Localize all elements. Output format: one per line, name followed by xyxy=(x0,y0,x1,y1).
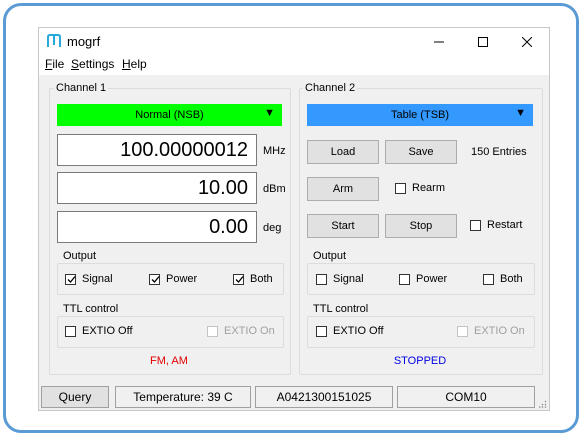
channel1-both-label: Both xyxy=(250,273,273,285)
close-button[interactable] xyxy=(505,28,549,55)
channel2-signal-checkbox[interactable]: Signal xyxy=(316,273,364,285)
channel1-ttl-title: TTL control xyxy=(63,303,119,315)
close-icon xyxy=(522,36,532,47)
channel1-signal-checkbox[interactable]: Signal xyxy=(65,273,113,285)
dropdown-arrow-icon: ▼ xyxy=(515,107,526,119)
frequency-unit: MHz xyxy=(263,145,286,157)
checkbox-box xyxy=(149,273,160,285)
phase-unit: deg xyxy=(263,222,282,234)
checkbox-box xyxy=(395,182,406,194)
channel1-signal-label: Signal xyxy=(82,273,113,285)
channel2-signal-label: Signal xyxy=(333,273,364,285)
checkbox-box xyxy=(316,325,327,337)
checkmark-icon xyxy=(151,275,160,283)
temperature-readout: Temperature: 39 C xyxy=(115,386,251,408)
restart-checkbox[interactable]: Restart xyxy=(470,219,522,231)
checkbox-box xyxy=(399,273,410,285)
minimize-button[interactable] xyxy=(417,28,461,55)
checkbox-box xyxy=(65,273,76,285)
menu-file[interactable]: File xyxy=(45,57,64,71)
channel2-extio-on-label: EXTIO On xyxy=(474,325,525,337)
channel1-extio-on-checkbox[interactable]: EXTIO On xyxy=(207,325,275,337)
menu-help[interactable]: Help xyxy=(122,57,147,71)
stop-button[interactable]: Stop xyxy=(385,214,457,238)
channel2-title: Channel 2 xyxy=(303,82,358,94)
channel2-mode-select[interactable]: Table (TSB) ▼ xyxy=(307,104,533,126)
checkbox-box xyxy=(316,273,327,285)
channel1-extio-on-label: EXTIO On xyxy=(224,325,275,337)
maximize-icon xyxy=(478,36,488,47)
channel1-output-title: Output xyxy=(63,250,97,262)
rearm-checkbox[interactable]: Rearm xyxy=(395,182,445,194)
save-button[interactable]: Save xyxy=(385,140,457,164)
checkmark-icon xyxy=(67,275,76,283)
window-title: mogrf xyxy=(67,34,101,49)
channel1-status: FM, AM xyxy=(150,355,188,367)
channel1-both-checkbox[interactable]: Both xyxy=(233,273,273,285)
maximize-button[interactable] xyxy=(461,28,505,55)
channel1-mode-value: Normal (NSB) xyxy=(135,109,204,121)
restart-label: Restart xyxy=(487,219,523,231)
channel2-ttl-title: TTL control xyxy=(313,303,369,315)
app-logo-icon xyxy=(47,34,61,47)
power-unit: dBm xyxy=(263,183,286,195)
channel2-power-label: Power xyxy=(416,273,448,285)
channel2-status: STOPPED xyxy=(393,355,447,367)
channel1-power-checkbox[interactable]: Power xyxy=(149,273,197,285)
resize-grip-icon[interactable] xyxy=(539,400,547,408)
channel1-mode-select[interactable]: Normal (NSB) ▼ xyxy=(57,104,282,126)
channel2-extio-on-checkbox[interactable]: EXTIO On xyxy=(457,325,525,337)
checkbox-box xyxy=(470,219,481,231)
checkmark-icon xyxy=(235,275,244,283)
channel1-title: Channel 1 xyxy=(54,82,109,94)
channel2-mode-value: Table (TSB) xyxy=(390,109,450,121)
channel2-both-checkbox[interactable]: Both xyxy=(483,273,523,285)
channel1-power-label: Power xyxy=(166,273,198,285)
arm-button[interactable]: Arm xyxy=(307,177,379,201)
start-button[interactable]: Start xyxy=(307,214,379,238)
checkbox-box xyxy=(483,273,494,285)
channel2-power-checkbox[interactable]: Power xyxy=(399,273,447,285)
channel2-both-label: Both xyxy=(500,273,523,285)
phase-input[interactable]: 0.00 xyxy=(57,211,257,243)
checkbox-box xyxy=(457,325,468,337)
app-window: mogrf File Settings Help Channel 1 Norma… xyxy=(38,27,550,411)
dropdown-arrow-icon: ▼ xyxy=(264,107,275,119)
channel1-extio-off-checkbox[interactable]: EXTIO Off xyxy=(65,325,133,337)
title-bar: mogrf xyxy=(39,28,549,55)
checkbox-box xyxy=(233,273,244,285)
query-button[interactable]: Query xyxy=(41,386,109,408)
power-input[interactable]: 10.00 xyxy=(57,172,257,204)
minimize-icon xyxy=(434,41,444,42)
frequency-input[interactable]: 100.00000012 xyxy=(57,134,257,166)
checkbox-box xyxy=(65,325,76,337)
checkbox-box xyxy=(207,325,218,337)
channel2-extio-off-checkbox[interactable]: EXTIO Off xyxy=(316,325,384,337)
serial-number-readout: A0421300151025 xyxy=(255,386,393,408)
channel1-extio-off-label: EXTIO Off xyxy=(82,325,133,337)
channel2-output-title: Output xyxy=(313,250,347,262)
menu-settings[interactable]: Settings xyxy=(71,57,114,71)
channel2-extio-off-label: EXTIO Off xyxy=(333,325,384,337)
table-entries-count: 150 Entries xyxy=(471,146,527,158)
load-button[interactable]: Load xyxy=(307,140,379,164)
rearm-label: Rearm xyxy=(412,182,446,194)
menu-bar: File Settings Help xyxy=(39,55,549,75)
com-port-readout: COM10 xyxy=(397,386,535,408)
